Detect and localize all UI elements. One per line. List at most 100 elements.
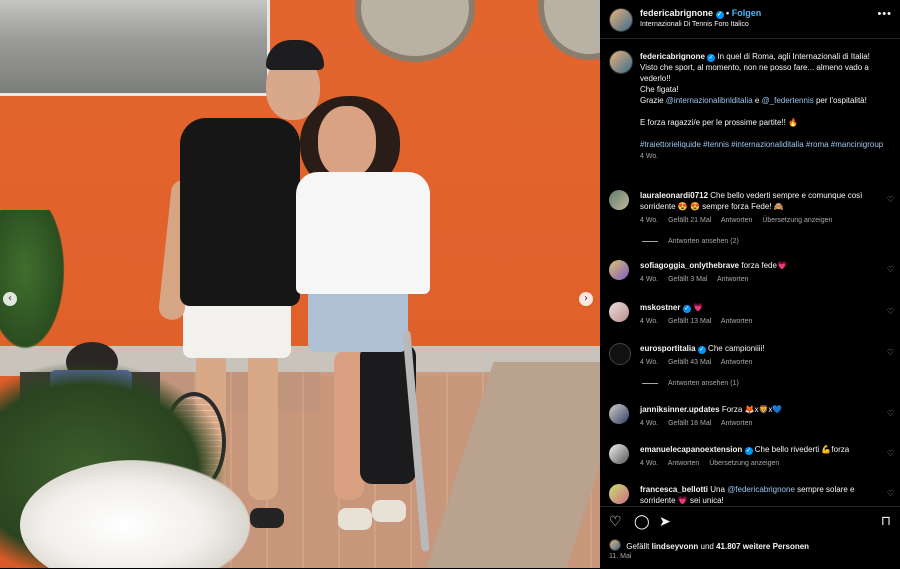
caption-thanks: Grazie [640,96,664,105]
caption-line5: E forza ragazzi/e per le prossime partit… [640,118,799,127]
comment-username[interactable]: lauraleonardi0712 [640,191,708,200]
carousel-prev-icon[interactable]: ‹ [3,292,17,306]
comment-avatar[interactable] [609,190,629,210]
comment-text: forza fede💗 [741,261,787,270]
carousel-next-icon[interactable]: › [579,292,593,306]
verified-icon: ✓ [697,346,706,354]
follow-button[interactable]: Folgen [732,8,762,18]
post-header: federicabrignone ✓ • Folgen Internaziona… [600,0,900,38]
woman-top [296,172,430,294]
comment-avatar[interactable] [609,260,629,280]
woman-shoe [372,500,406,522]
mention-link[interactable]: @_federtennis [762,96,814,105]
share-icon[interactable]: ➤ [659,514,671,530]
comment-username[interactable]: emanuelecapanoextension [640,445,742,454]
comment-username[interactable]: janniksinner.updates [640,405,720,414]
heart-icon[interactable]: ♡ [887,348,894,357]
comment-avatar[interactable] [609,343,631,365]
comment-avatar[interactable] [609,404,629,424]
caption-username[interactable]: federicabrignone [640,52,705,61]
liked-user[interactable]: lindseyvonn [652,542,699,551]
post-sidebar: federicabrignone ✓ • Folgen Internaziona… [600,0,900,569]
post-photo[interactable]: ‹ › [0,0,600,568]
verified-icon: ✓ [682,305,691,313]
translate-button[interactable]: Übersetzung anzeigen [762,217,832,224]
comment-avatar[interactable] [609,444,629,464]
avatar[interactable] [609,8,633,32]
mention-link[interactable]: @federicabrignone [727,485,795,494]
comment-time: 4 Wo. [640,359,659,366]
bookmark-icon[interactable]: ⊓ [881,514,891,529]
caption-avatar[interactable] [609,50,633,74]
comment-likes[interactable]: Gefällt 43 Mal [668,359,711,366]
porthole-window [355,0,475,62]
heart-icon[interactable]: ♡ [887,409,894,418]
porthole-window [538,0,600,60]
location-link[interactable]: Internazionali Di Tennis Foro Italico [640,21,749,28]
comment-avatar[interactable] [609,302,629,322]
heart-icon[interactable]: ♡ [887,489,894,498]
verified-icon: ✓ [715,11,724,19]
divider [600,38,900,39]
comment-time: 4 Wo. [640,460,659,467]
comment-username[interactable]: francesca_bellotti [640,485,708,494]
comment: francesca_bellotti Una @federicabrignone… [600,484,900,506]
caption-line2: Visto che sport, al momento, non ne poss… [640,63,869,83]
man-shoe [250,508,284,528]
view-replies[interactable]: Antworten ansehen (1) [642,380,739,387]
caption-time: 4 Wo. [640,153,659,160]
comment-time: 4 Wo. [640,318,659,325]
liker-avatar [609,539,621,551]
liked-mid: und [700,542,714,551]
comment-likes[interactable]: Gefällt 13 Mal [668,318,711,325]
window [0,0,270,96]
liked-prefix: Gefällt [626,542,650,551]
reply-button[interactable]: Antworten [717,276,749,283]
heart-icon[interactable]: ♡ [887,307,894,316]
header-username[interactable]: federicabrignone [640,8,713,18]
caption-thanks-suffix: per l'ospitalità! [815,96,867,105]
hashtags[interactable]: #traiettorieliquide #tennis #internazion… [640,140,883,149]
comment-likes[interactable]: Gefällt 18 Mal [668,420,711,427]
comment-time: 4 Wo. [640,420,659,427]
caption-line1: In quel di Roma, agli Internazionali di … [717,52,870,61]
action-bar: ♡ ◯ ➤ ⊓ Gefällt lindseyvonn und 41.807 w… [600,506,900,569]
liked-count[interactable]: 41.807 weitere Personen [716,542,809,551]
comment-username[interactable]: eurosportitalia [640,344,696,353]
comment-text-pre: Una [710,485,725,494]
plant [0,210,70,360]
reply-button[interactable]: Antworten [721,318,753,325]
comment-username[interactable]: sofiagoggia_onlythebrave [640,261,739,270]
reply-button[interactable]: Antworten [721,217,753,224]
man-cap [266,40,324,70]
more-icon[interactable]: ••• [877,8,892,20]
reply-button[interactable]: Antworten [721,359,753,366]
man-leg [248,350,278,500]
view-replies[interactable]: Antworten ansehen (2) [642,238,739,245]
heart-icon[interactable]: ♡ [887,449,894,458]
comment-text: 💗 [692,303,703,312]
man-shirt [180,118,300,306]
comment-icon[interactable]: ◯ [634,514,650,530]
mention-link[interactable]: @internazionalibnlditalia [666,96,753,105]
comment-username[interactable]: mskostner [640,303,680,312]
translate-button[interactable]: Übersetzung anzeigen [709,460,779,467]
verified-icon: ✓ [707,54,716,62]
comment-text: Che bello rivederti 💪forza [754,445,850,454]
caption: federicabrignone ✓ In quel di Roma, agli… [640,51,892,162]
heart-icon[interactable]: ♡ [887,195,894,204]
comment-avatar[interactable] [609,484,629,504]
caption-and: e [754,96,760,105]
likes-summary: Gefällt lindseyvonn und 41.807 weitere P… [609,539,809,551]
woman-shoe [338,508,372,530]
woman-head [318,106,376,178]
reply-button[interactable]: Antworten [721,420,753,427]
heart-icon[interactable]: ♡ [887,265,894,274]
comment-time: 4 Wo. [640,217,659,224]
comment-likes[interactable]: Gefällt 3 Mal [668,276,707,283]
verified-icon: ✓ [744,447,753,455]
reply-button[interactable]: Antworten [668,460,700,467]
comment-text: Forza 🦊x🦁x💙 [721,405,783,414]
like-heart-icon[interactable]: ♡ [609,514,622,530]
comment-likes[interactable]: Gefällt 21 Mal [668,217,711,224]
